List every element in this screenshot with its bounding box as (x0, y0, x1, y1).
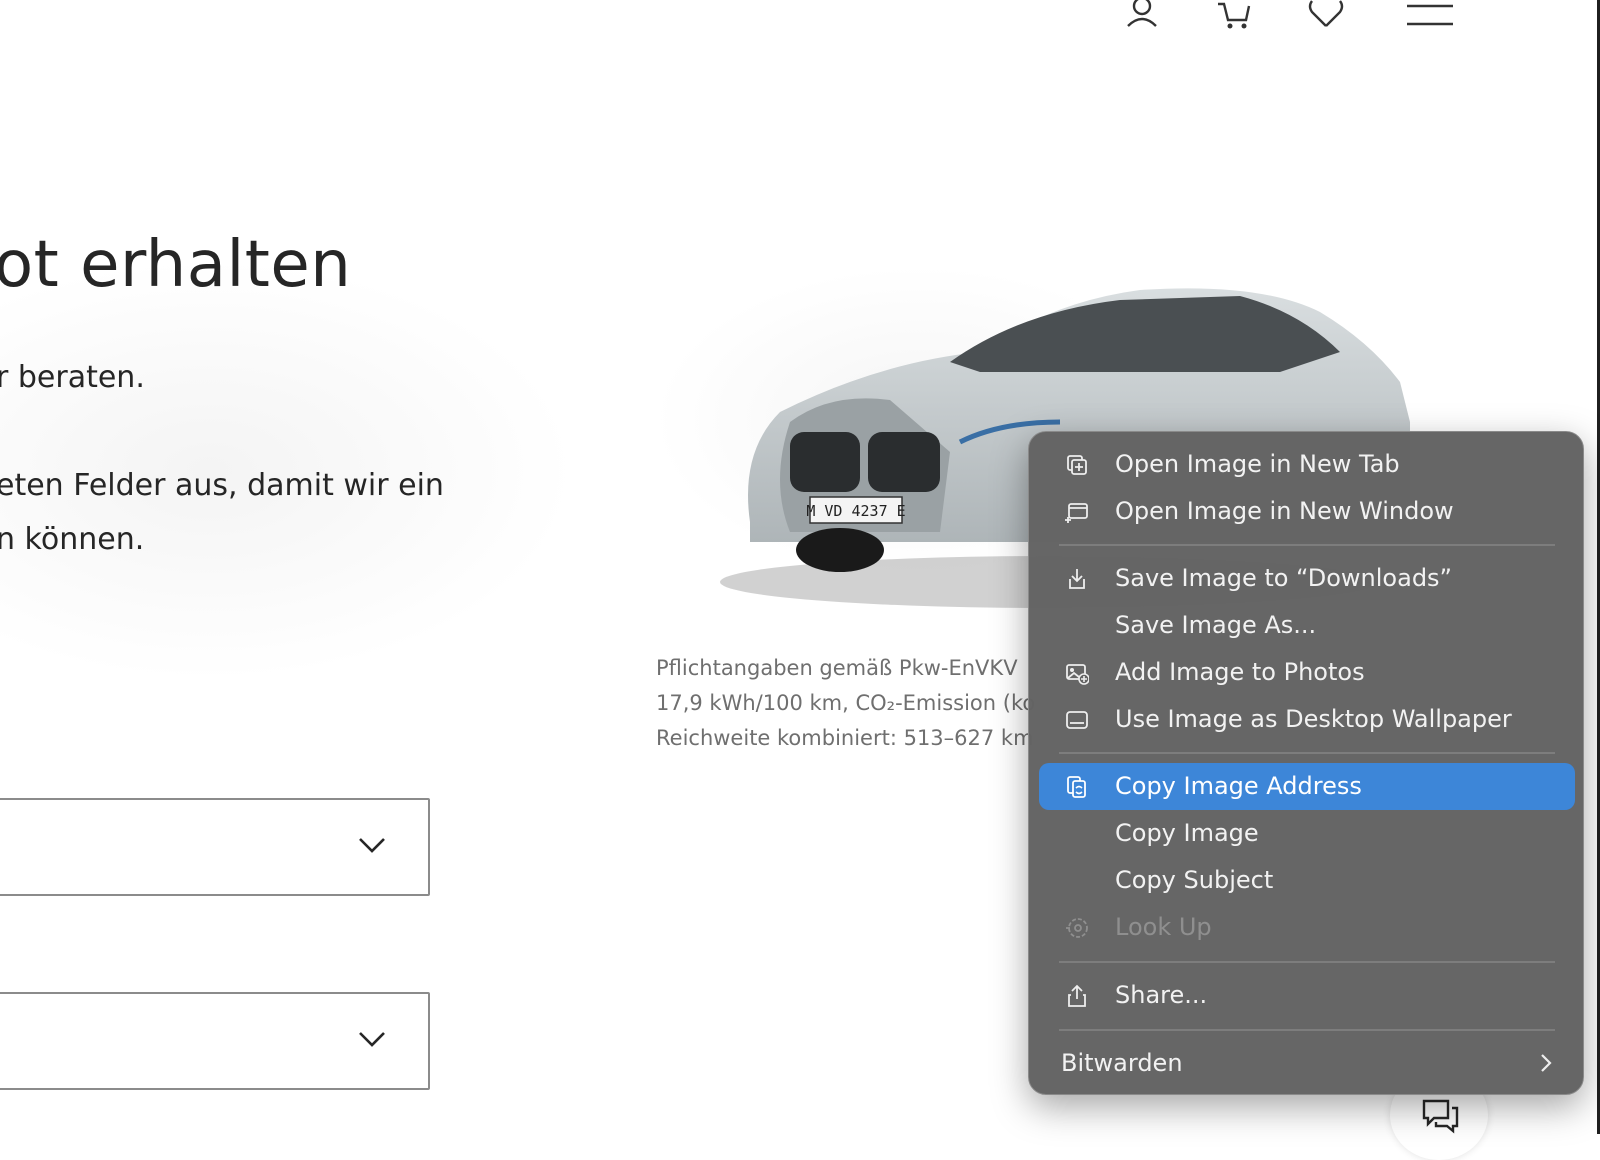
heart-icon[interactable] (1304, 0, 1348, 34)
menu-item-label: Open Image in New Window (1115, 497, 1454, 525)
chat-icon (1422, 1099, 1459, 1134)
menu-item-label: Save Image As... (1115, 611, 1317, 639)
menu-item-label: Copy Image Address (1115, 772, 1362, 800)
menu-icon[interactable] (1402, 0, 1458, 34)
menu-item-open-new-tab[interactable]: Open Image in New Tab (1039, 441, 1575, 488)
disclaimer-line-1: Pflichtangaben gemäß Pkw-EnVKV (656, 656, 1018, 680)
license-plate-text: M VD 4237 E (806, 502, 905, 520)
form-select-1[interactable] (0, 798, 430, 896)
menu-separator (1059, 544, 1555, 546)
menu-item-label: Use Image as Desktop Wallpaper (1115, 705, 1512, 733)
menu-item-label: Open Image in New Tab (1115, 450, 1400, 478)
download-icon (1069, 569, 1085, 589)
wallpaper-icon (1066, 711, 1088, 729)
menu-item-copy-image-address[interactable]: Copy Image Address (1039, 763, 1575, 810)
menu-item-label: Look Up (1115, 913, 1212, 941)
menu-item-add-photos[interactable]: Add Image to Photos (1039, 649, 1575, 696)
intro-text-line-1: r beraten. (0, 360, 145, 395)
cart-icon[interactable] (1212, 0, 1256, 34)
menu-separator (1059, 752, 1555, 754)
new-window-icon (1065, 503, 1088, 523)
look-up-icon (1066, 918, 1088, 938)
menu-item-save-as[interactable]: Save Image As... (1039, 602, 1575, 649)
chevron-down-icon (359, 838, 385, 853)
menu-item-open-new-window[interactable]: Open Image in New Window (1039, 488, 1575, 535)
menu-item-desktop-wallpaper[interactable]: Use Image as Desktop Wallpaper (1039, 696, 1575, 743)
photos-icon (1066, 664, 1089, 685)
chevron-right-icon (1541, 1054, 1552, 1072)
menu-item-label: Share... (1115, 981, 1208, 1009)
disclaimer-line-3: Reichweite kombiniert: 513–627 km (656, 726, 1034, 750)
menu-item-copy-image[interactable]: Copy Image (1039, 810, 1575, 857)
menu-item-label: Copy Subject (1115, 866, 1274, 894)
menu-item-label: Add Image to Photos (1115, 658, 1365, 686)
share-icon (1068, 984, 1086, 1007)
context-menu: Open Image in New Tab Open Image in New … (1028, 431, 1584, 1095)
copy-address-icon (1067, 776, 1086, 798)
page-headline: ot erhalten (0, 228, 352, 302)
menu-item-look-up: Look Up (1039, 904, 1575, 951)
menu-item-bitwarden[interactable]: Bitwarden (1039, 1040, 1575, 1087)
form-select-2[interactable] (0, 992, 430, 1090)
user-icon[interactable] (1120, 0, 1164, 34)
intro-text-line-2: eten Felder aus, damit wir ein (0, 468, 444, 503)
menu-item-save-downloads[interactable]: Save Image to “Downloads” (1039, 555, 1575, 602)
chevron-down-icon (359, 1032, 385, 1047)
menu-item-label: Copy Image (1115, 819, 1259, 847)
menu-item-copy-subject[interactable]: Copy Subject (1039, 857, 1575, 904)
menu-item-label: Bitwarden (1061, 1049, 1183, 1077)
disclaimer-line-2: 17,9 kWh/100 km, CO₂-Emission (ko (656, 691, 1036, 715)
menu-item-label: Save Image to “Downloads” (1115, 564, 1452, 592)
new-tab-icon (1067, 455, 1087, 475)
menu-item-share[interactable]: Share... (1039, 972, 1575, 1019)
menu-separator (1059, 1029, 1555, 1031)
menu-separator (1059, 961, 1555, 963)
intro-text-line-3: n können. (0, 522, 145, 557)
